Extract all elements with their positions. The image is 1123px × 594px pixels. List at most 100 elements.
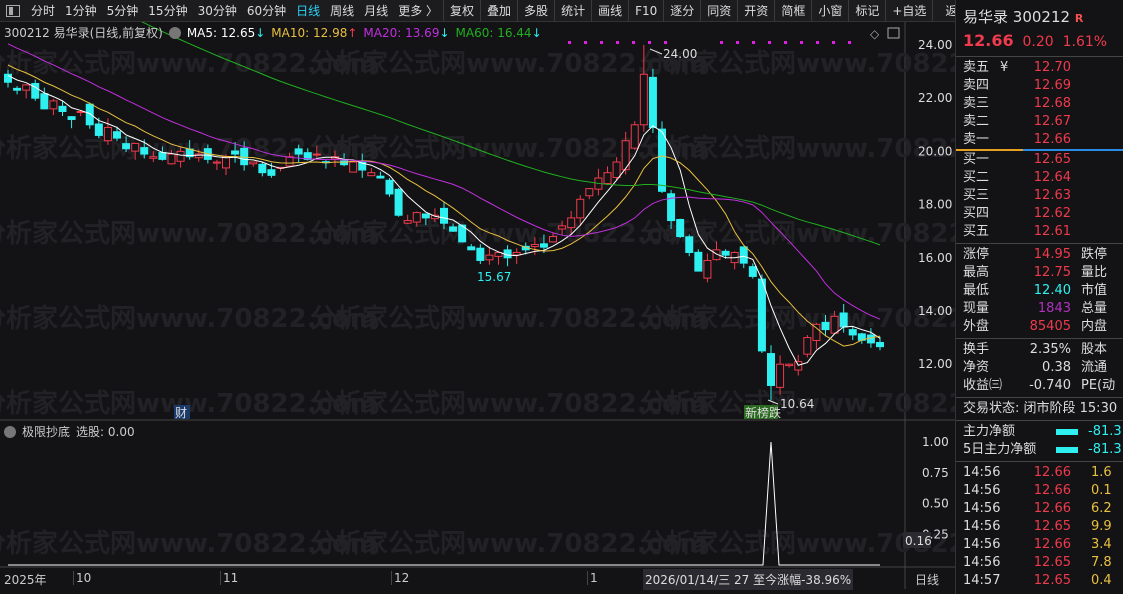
ma10-arrow-icon: ↑ [347,25,358,40]
period-tab[interactable]: 5分钟 [102,2,144,19]
last-price: 12.66 [963,31,1014,50]
candle-up [49,100,58,110]
bid-row-cell: 12.64 [1033,170,1071,185]
candle-down [876,341,884,348]
ma5-label: MA5: 12.65↓ [187,26,265,40]
candle-up [403,220,412,224]
period-tab[interactable]: 周线 [325,2,359,19]
indicator-y-label: 1.00 [922,435,949,449]
collapse-icon[interactable] [168,26,181,39]
toolbar-button[interactable]: 叠加 [480,0,517,21]
toolbar-button[interactable]: 返回 [932,0,955,21]
toolbar-button[interactable]: 逐分 [663,0,700,21]
price-change-pct: 1.61% [1062,34,1108,50]
candle-down [676,218,685,238]
period-tab[interactable]: 60分钟 [242,2,291,19]
period-tab[interactable]: 更多 〉 [393,2,443,19]
ask-row-cell: 卖三 [963,96,990,111]
tick-row-cell: 14:57 [963,573,1001,588]
candle-down [757,278,766,352]
toolbar-button[interactable]: 小窗 [811,0,848,21]
period-tab[interactable]: 分时 [26,2,60,19]
bid-row-cell: 买三 [963,188,990,203]
toolbar-button[interactable]: F10 [628,0,663,21]
event-marker [848,41,851,44]
collapse-icon[interactable] [4,425,16,438]
candle-up [285,156,294,167]
tick-row-cell: 14:56 [963,465,1001,480]
indicator-name: 极限抄底 [22,425,71,439]
period-tab[interactable]: 1分钟 [60,2,102,19]
candle-up [830,315,839,334]
panel-toggle-icon[interactable] [6,4,20,17]
flow-row: 5日主力净额 -81.3 [956,441,1123,459]
mid-low-label: 15.67 [477,270,511,284]
tick-row-cell: 7.8 [1091,555,1112,570]
ma10-value: MA10: 12.98 [271,25,348,40]
event-marker [632,41,635,44]
stat-row-cell: 涨停 [963,247,990,262]
stat-row: 最低 12.40 市值 [956,282,1123,300]
candle-down [40,93,49,110]
indicator-y-label: 0.50 [922,497,949,511]
period-tab[interactable]: 月线 [359,2,393,19]
stat-row-cell: 净资 [963,360,990,375]
period-tab[interactable]: 30分钟 [193,2,242,19]
y-tick-label: 20.00 [918,144,952,158]
toolbar-button[interactable]: +自选 [885,0,932,21]
ask-row-cell: 12.67 [1033,114,1071,129]
candle-down [767,353,775,386]
period-tab[interactable]: 日线 [291,2,325,19]
candle-down [113,131,121,139]
candle-down [648,76,657,128]
toolbar-button[interactable]: 标记 [848,0,885,21]
tick-row-cell: 12.66 [1033,501,1071,516]
quote-header: 易华录 300212 R [956,0,1123,27]
bid-row: 买一 12.65 [956,151,1123,169]
event-marker [720,41,723,44]
stats-table-2: 换手 2.35% 股本 净资 0.38 流通 收益㈢ -0.740 PE(动 [956,341,1123,395]
y-tick-label: 16.00 [918,251,952,265]
tick-row-cell: 14:56 [963,501,1001,516]
kline-chart[interactable]: 分析家公式网www.70822.com分析家公式网www.70822.com分析… [0,22,955,589]
ma60-arrow-icon: ↓ [531,25,542,40]
fund-flows: 主力净额 -81.3 5日主力净额 -81.3 [956,423,1123,459]
x-label-year: 2025年 [4,573,47,587]
cursor-status: 2026/01/14/三 27 至今涨幅-38.96% [643,569,854,590]
toolbar-button[interactable]: 复权 [443,0,480,21]
event-marker [648,41,651,44]
candle-down [13,87,22,91]
candle-down [421,213,430,219]
toolbar-button[interactable]: 简框 [774,0,811,21]
period-tab[interactable]: 15分钟 [143,2,192,19]
quote-panel: 易华录 300212 R 12.66 0.20 1.61% 卖五 12.70 ¥ 卖四… [955,0,1123,594]
tick-row-cell: 14:56 [963,555,1001,570]
toolbar-button[interactable]: 画线 [591,0,628,21]
flow-row-cell: 主力净额 [963,424,1016,439]
ask-row-cell: 卖二 [963,114,990,129]
candle-up [194,153,203,159]
toolbar-button[interactable]: 开资 [737,0,774,21]
stat-row-cell: 12.40 [1033,283,1071,298]
candle-down [94,123,103,136]
candle-down [748,266,757,277]
flow-row-cell: 5日主力净额 [963,442,1037,457]
candle-up [567,217,576,229]
tick-list[interactable]: 14:56 12.66 1.6 14:56 12.66 0.1 14:56 12.66 6.2 1… [956,464,1123,590]
low-label: 10.64 [780,397,814,411]
toolbar-button[interactable]: 多股 [517,0,554,21]
y-tick-label: 22.00 [918,91,952,105]
ask-row-cell: 12.69 [1033,78,1071,93]
stat-row-cell: 跌停 [1081,247,1108,262]
indicator-info-bar: 极限抄底 选股: 0.00 [4,423,135,440]
candle-down [376,175,385,179]
toolbar-button[interactable]: 同资 [700,0,737,21]
toolbar-button[interactable]: 统计 [554,0,591,21]
ma20-arrow-icon: ↓ [439,25,450,40]
event-marker [784,41,787,44]
stat-row-cell: 外盘 [963,319,990,334]
ask-row: 卖五 12.70 ¥ [956,59,1123,77]
candle-up [803,337,812,355]
y-tick-label: 14.00 [918,304,952,318]
candle-down [467,246,476,251]
